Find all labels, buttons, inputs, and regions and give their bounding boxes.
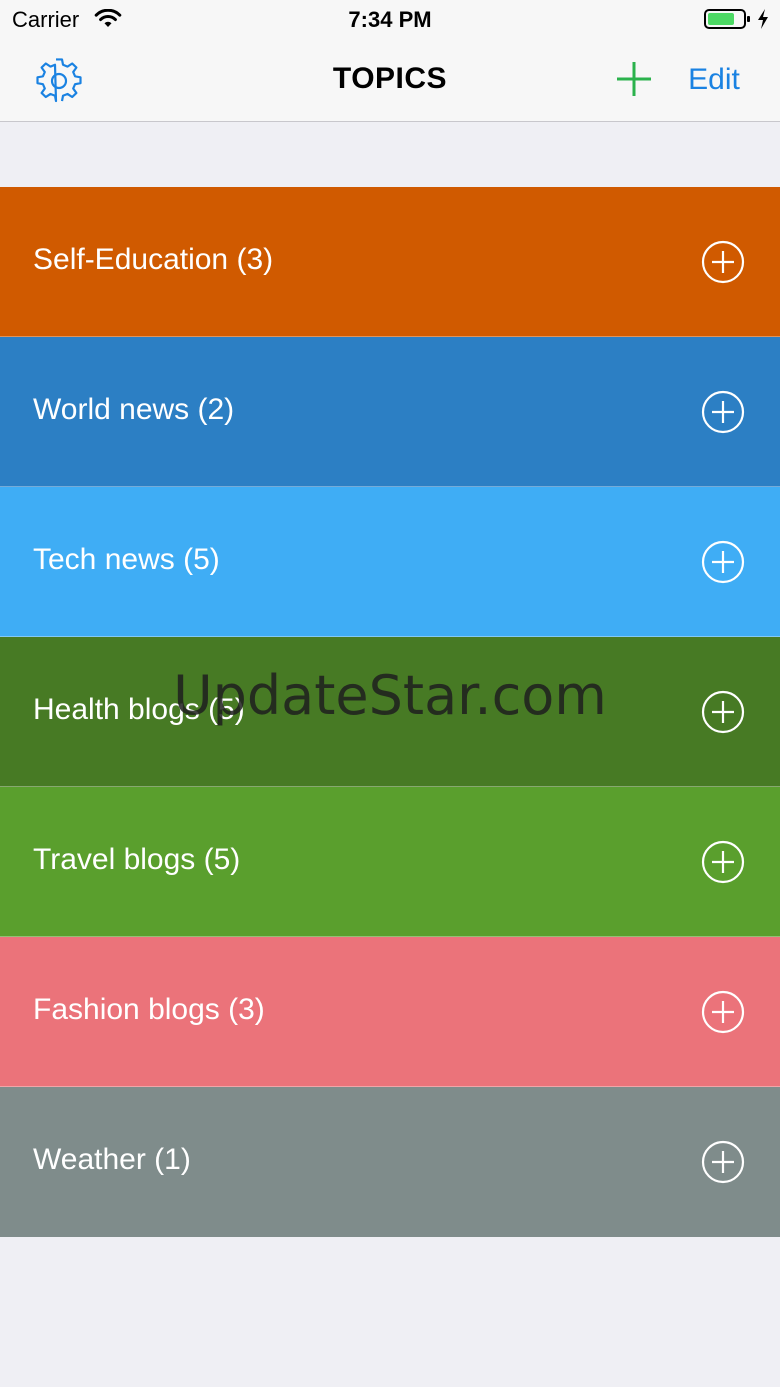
status-bar: Carrier 7:34 PM <box>0 0 780 40</box>
add-circle-icon[interactable] <box>701 240 745 284</box>
topic-label: World news (2) <box>33 393 235 426</box>
topic-row-self-education[interactable]: Self-Education (3) <box>0 187 780 337</box>
add-circle-icon[interactable] <box>701 840 745 884</box>
topic-row-fashion-blogs[interactable]: Fashion blogs (3) <box>0 937 780 1087</box>
topic-label: Weather (1) <box>33 1143 191 1176</box>
status-time: 7:34 PM <box>348 7 432 32</box>
topic-row-travel-blogs[interactable]: Travel blogs (5) <box>0 787 780 937</box>
add-circle-icon[interactable] <box>701 990 745 1034</box>
charging-bolt-icon <box>758 9 768 29</box>
topic-row-tech-news[interactable]: Tech news (5) <box>0 487 780 637</box>
topic-row-world-news[interactable]: World news (2) <box>0 337 780 487</box>
topic-label: Tech news (5) <box>33 543 220 576</box>
topic-label: Travel blogs (5) <box>33 843 241 876</box>
topic-list: Self-Education (3) World news (2) Tech n… <box>0 187 780 1237</box>
battery-icon <box>704 9 750 29</box>
topic-row-health-blogs[interactable]: Health blogs (5) <box>0 637 780 787</box>
topic-label: Health blogs (5) <box>33 693 245 726</box>
screen: Carrier 7:34 PM TOPICS Edit Self-Educati… <box>0 0 780 1387</box>
add-circle-icon[interactable] <box>701 540 745 584</box>
edit-button[interactable]: Edit <box>676 60 752 100</box>
settings-gear-icon[interactable] <box>36 58 82 104</box>
topic-row-weather[interactable]: Weather (1) <box>0 1087 780 1237</box>
page-title: TOPICS <box>332 62 448 95</box>
navigation-bar: TOPICS Edit <box>0 40 780 122</box>
add-topic-plus-icon[interactable] <box>614 59 654 99</box>
topic-label: Fashion blogs (3) <box>33 993 265 1026</box>
add-circle-icon[interactable] <box>701 390 745 434</box>
add-circle-icon[interactable] <box>701 1140 745 1184</box>
add-circle-icon[interactable] <box>701 690 745 734</box>
topic-label: Self-Education (3) <box>33 243 274 276</box>
